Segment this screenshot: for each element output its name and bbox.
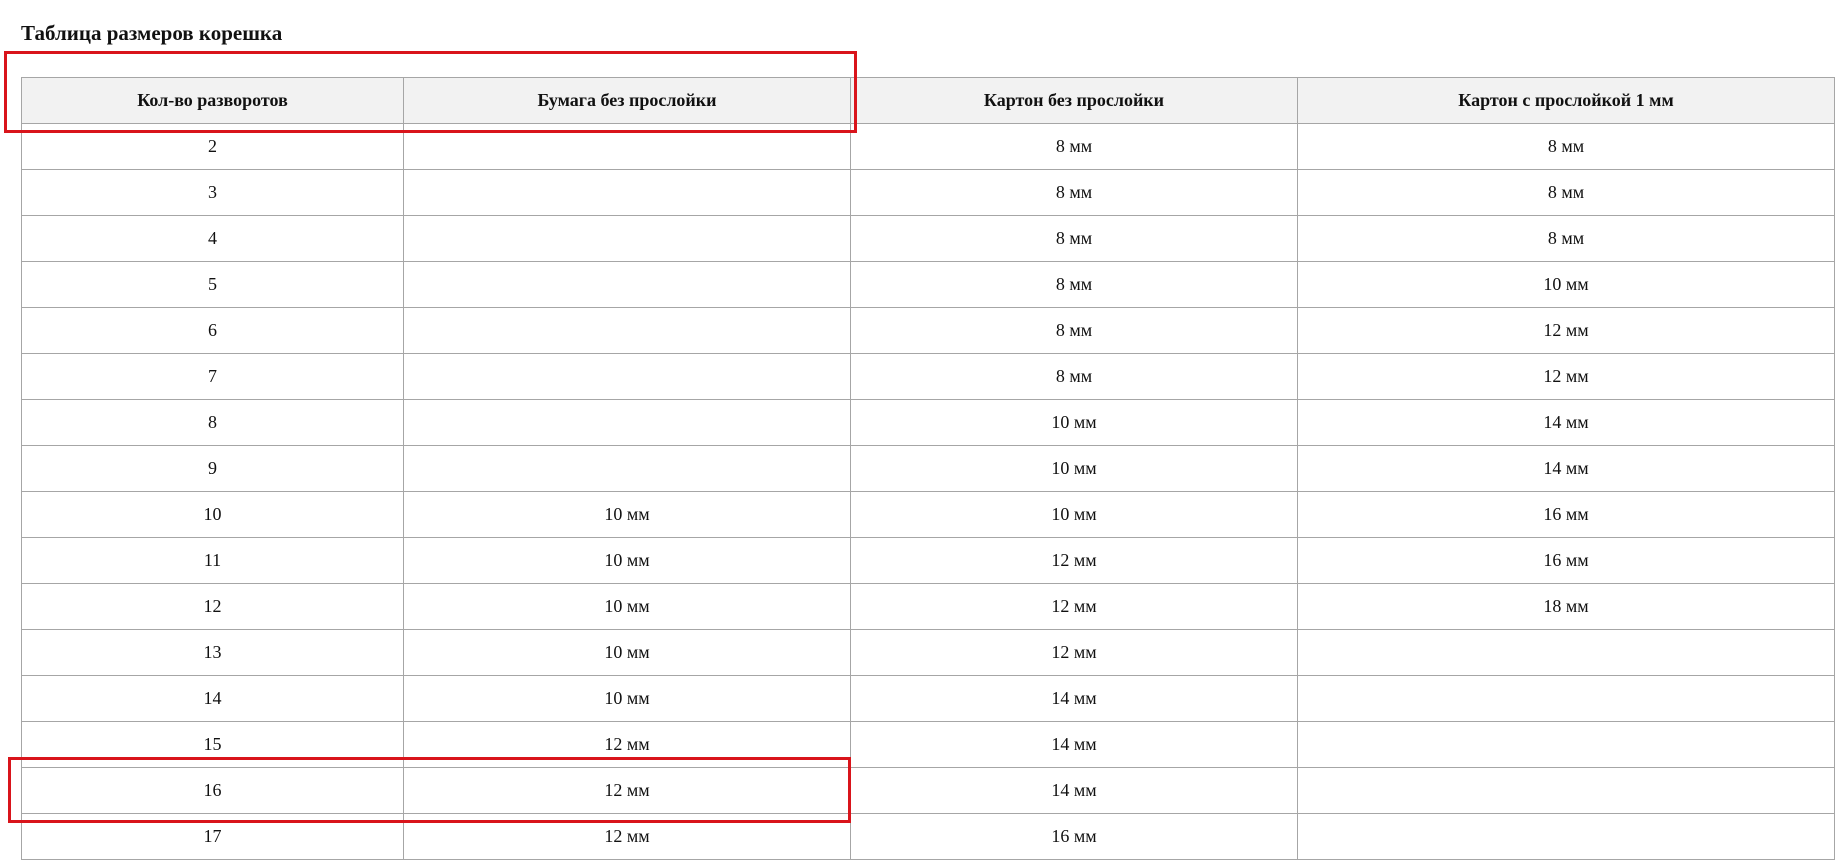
cell-spreads-count: 10 bbox=[21, 491, 404, 538]
cell-cardboard-1mm-layer: 12 мм bbox=[1297, 307, 1835, 354]
table-row: 6 8 мм 12 мм bbox=[21, 307, 1835, 354]
table-body: 28 мм 8 мм 3 8 мм 8 мм 4 8 мм 8 мм 5 8 мм 10 мм 6 8 … bbox=[21, 123, 1835, 860]
cell-spreads-count: 8 bbox=[21, 399, 404, 446]
cell-cardboard-no-layer: 10 мм bbox=[850, 399, 1298, 446]
cell-cardboard-1mm-layer: 16 мм bbox=[1297, 491, 1835, 538]
cell-cardboard-no-layer: 10 мм bbox=[850, 491, 1298, 538]
cell-spreads-count: 2 bbox=[21, 123, 404, 170]
cell-cardboard-1mm-layer: 18 мм bbox=[1297, 583, 1835, 630]
cell-paper-no-layer bbox=[403, 123, 851, 170]
cell-cardboard-1mm-layer: 14 мм bbox=[1297, 399, 1835, 446]
cell-paper-no-layer: 10 мм bbox=[403, 675, 851, 722]
cell-cardboard-1mm-layer bbox=[1297, 721, 1835, 768]
cell-spreads-count: 14 bbox=[21, 675, 404, 722]
cell-cardboard-no-layer: 14 мм bbox=[850, 721, 1298, 768]
cell-cardboard-1mm-layer bbox=[1297, 629, 1835, 676]
cell-paper-no-layer: 10 мм bbox=[403, 491, 851, 538]
header-cardboard-1mm-layer: Картон с прослойкой 1 мм bbox=[1297, 77, 1835, 124]
table-row: 10 10 мм 10 мм 16 мм bbox=[21, 491, 1835, 538]
table-row: 8 10 мм 14 мм bbox=[21, 399, 1835, 446]
cell-cardboard-1mm-layer: 14 мм bbox=[1297, 445, 1835, 492]
header-spreads-count: Кол-во разворотов bbox=[21, 77, 404, 124]
cell-spreads-count: 15 bbox=[21, 721, 404, 768]
cell-cardboard-no-layer: 8 мм bbox=[850, 123, 1298, 170]
table-row: 11 10 мм 12 мм 16 мм bbox=[21, 537, 1835, 584]
header-cardboard-no-layer: Картон без прослойки bbox=[850, 77, 1298, 124]
cell-spreads-count: 5 bbox=[21, 261, 404, 308]
cell-paper-no-layer: 12 мм bbox=[403, 813, 851, 860]
cell-cardboard-1mm-layer bbox=[1297, 767, 1835, 814]
table-row: 2 8 мм 8 мм bbox=[21, 123, 1835, 170]
table-row: 7 8 мм 12 мм bbox=[21, 353, 1835, 400]
cell-cardboard-no-layer: 12 мм bbox=[850, 537, 1298, 584]
cell-spreads-count: 3 bbox=[21, 169, 404, 216]
cell-cardboard-1mm-layer: 8 мм bbox=[1297, 215, 1835, 262]
cell-spreads-count: 12 bbox=[21, 583, 404, 630]
cell-paper-no-layer: 12 мм bbox=[403, 767, 851, 814]
cell-spreads-count: 13 bbox=[21, 629, 404, 676]
cell-paper-no-layer bbox=[403, 307, 851, 354]
table-row: 17 12 мм 16 мм bbox=[21, 813, 1835, 860]
cell-spreads-count: 4 bbox=[21, 215, 404, 262]
cell-spreads-count: 6 bbox=[21, 307, 404, 354]
page-title: Таблица размеров корешка bbox=[21, 21, 283, 45]
table-row: 9 10 мм 14 мм bbox=[21, 445, 1835, 492]
cell-paper-no-layer: 10 мм bbox=[403, 537, 851, 584]
cell-spreads-count: 9 bbox=[21, 445, 404, 492]
table-row: 15 12 мм 14 мм bbox=[21, 721, 1835, 768]
table-header-row: Кол-во разворотов Бумага без прослойки К… bbox=[21, 77, 1835, 124]
cell-paper-no-layer bbox=[403, 215, 851, 262]
table-row: 4 8 мм 8 мм bbox=[21, 215, 1835, 262]
cell-cardboard-1mm-layer: 10 мм bbox=[1297, 261, 1835, 308]
cell-paper-no-layer bbox=[403, 399, 851, 446]
cell-spreads-count: 17 bbox=[21, 813, 404, 860]
table-row: 14 10 мм 14 мм bbox=[21, 675, 1835, 722]
cell-paper-no-layer: 12 мм bbox=[403, 721, 851, 768]
table-header: Кол-во разворотов Бумага без прослойки К… bbox=[21, 77, 1835, 124]
table-row: 13 10 мм 12 мм bbox=[21, 629, 1835, 676]
cell-cardboard-no-layer: 8 мм bbox=[850, 353, 1298, 400]
header-paper-no-layer: Бумага без прослойки bbox=[403, 77, 851, 124]
cell-cardboard-1mm-layer: 8 мм bbox=[1297, 169, 1835, 216]
cell-cardboard-1mm-layer: 12 мм bbox=[1297, 353, 1835, 400]
cell-cardboard-no-layer: 14 мм bbox=[850, 767, 1298, 814]
cell-cardboard-no-layer: 12 мм bbox=[850, 629, 1298, 676]
cell-cardboard-1mm-layer: 16 мм bbox=[1297, 537, 1835, 584]
spine-size-table: Кол-во разворотов Бумага без прослойки К… bbox=[21, 77, 1835, 860]
cell-cardboard-no-layer: 8 мм bbox=[850, 215, 1298, 262]
cell-paper-no-layer: 10 мм bbox=[403, 629, 851, 676]
cell-cardboard-no-layer: 14 мм bbox=[850, 675, 1298, 722]
cell-cardboard-1mm-layer: 8 мм bbox=[1297, 123, 1835, 170]
cell-paper-no-layer bbox=[403, 445, 851, 492]
cell-paper-no-layer: 10 мм bbox=[403, 583, 851, 630]
cell-paper-no-layer bbox=[403, 261, 851, 308]
cell-paper-no-layer bbox=[403, 353, 851, 400]
cell-cardboard-no-layer: 12 мм bbox=[850, 583, 1298, 630]
table-row: 12 10 мм 12 мм 18 мм bbox=[21, 583, 1835, 630]
table-row: 16 12 мм 14 мм bbox=[21, 767, 1835, 814]
cell-spreads-count: 11 bbox=[21, 537, 404, 584]
cell-paper-no-layer bbox=[403, 169, 851, 216]
cell-cardboard-no-layer: 8 мм bbox=[850, 169, 1298, 216]
cell-spreads-count: 16 bbox=[21, 767, 404, 814]
cell-spreads-count: 7 bbox=[21, 353, 404, 400]
cell-cardboard-1mm-layer bbox=[1297, 675, 1835, 722]
cell-cardboard-1mm-layer bbox=[1297, 813, 1835, 860]
cell-cardboard-no-layer: 8 мм bbox=[850, 307, 1298, 354]
cell-cardboard-no-layer: 8 мм bbox=[850, 261, 1298, 308]
table-row: 3 8 мм 8 мм bbox=[21, 169, 1835, 216]
table-row: 5 8 мм 10 мм bbox=[21, 261, 1835, 308]
cell-cardboard-no-layer: 10 мм bbox=[850, 445, 1298, 492]
cell-cardboard-no-layer: 16 мм bbox=[850, 813, 1298, 860]
